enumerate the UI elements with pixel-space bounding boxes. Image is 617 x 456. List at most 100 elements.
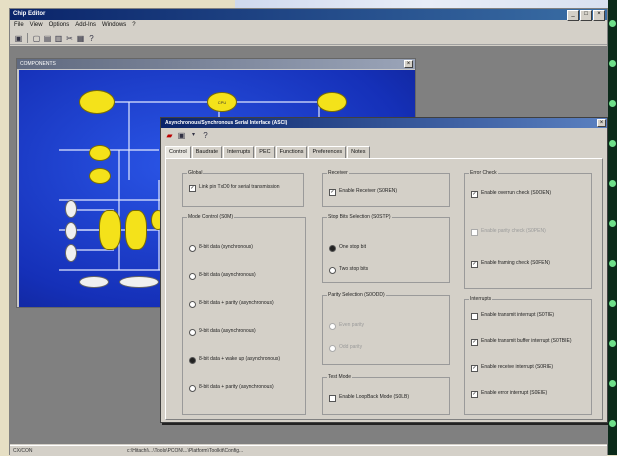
transmit-buffer-interrupt-checkbox[interactable]: ✓ Enable transmit buffer interrupt (S0TBI… (471, 338, 587, 346)
status-light-icon (609, 20, 616, 27)
diagram-title: COMPONENTS (20, 61, 56, 67)
parity-group-label: Parity Selection (S0ODD) (327, 292, 386, 299)
menu-bar: File View Options Add-Ins Windows ? (10, 20, 607, 31)
tab-functions[interactable]: Functions (275, 146, 308, 158)
receive-interrupt-checkbox[interactable]: ✓ Enable receive interrupt (S0RIE) (471, 364, 587, 372)
flag-icon[interactable]: ▰ (165, 131, 174, 140)
checkbox-mark (471, 229, 478, 236)
cut-icon[interactable]: ✂ (65, 34, 74, 43)
checkbox-mark: ✓ (471, 339, 478, 346)
pin-node-3[interactable] (65, 244, 77, 262)
timer-node[interactable] (89, 168, 111, 184)
tab-control[interactable]: Control (165, 146, 191, 158)
menu-windows[interactable]: Windows (102, 20, 126, 31)
port-node-a[interactable] (99, 210, 121, 250)
bus-node-1[interactable] (79, 276, 109, 288)
checkbox-mark: ✓ (471, 261, 478, 268)
mode-radio-6[interactable]: 8-bit data + parity (asynchronous) (189, 384, 301, 392)
status-light-icon (609, 180, 616, 187)
tab-baudrate[interactable]: Baudrate (191, 146, 223, 158)
port-node-b[interactable] (125, 210, 147, 250)
radio-mark (189, 385, 196, 392)
enable-receiver-checkbox[interactable]: ✓ Enable Receiver (S0REN) (329, 188, 445, 196)
mode-radio-2[interactable]: 8-bit data (asynchronous) (189, 272, 301, 280)
mode-radio-3[interactable]: 8-bit data + parity (asynchronous) (189, 300, 301, 308)
even-parity-radio[interactable]: Even parity (329, 322, 445, 330)
chevron-down-icon[interactable]: ▾ (189, 131, 198, 140)
menu-file[interactable]: File (14, 20, 24, 31)
mode-radio-4[interactable]: 9-bit data (asynchronous) (189, 328, 301, 336)
app-title: Chip Editor (13, 11, 46, 17)
status-light-icon (609, 420, 616, 427)
bus-node-2[interactable] (119, 276, 159, 288)
error-check-group-label: Error Check (469, 170, 498, 177)
error-check-group: Error Check ✓ Enable overrun check (S0OEN… (464, 170, 592, 289)
status-light-icon (609, 100, 616, 107)
tab-interrupts[interactable]: Interrupts (223, 146, 255, 158)
status-light-icon (609, 60, 616, 67)
checkbox-mark (471, 313, 478, 320)
new-icon[interactable]: ▢ (32, 34, 41, 43)
menu-options[interactable]: Options (49, 20, 70, 31)
tab-notes[interactable]: Notes (347, 146, 370, 158)
app-window: Chip Editor _ □ × File View Options Add-… (9, 8, 608, 456)
transmit-interrupt-checkbox[interactable]: Enable transmit interrupt (S0TIE) (471, 312, 587, 320)
radio-mark (189, 273, 196, 280)
window-controls: _ □ × (567, 10, 605, 21)
toolbar-separator (27, 33, 28, 43)
interrupts-group-label: Interrupts (469, 296, 493, 303)
radio-mark (189, 301, 196, 308)
error-interrupt-checkbox[interactable]: ✓ Enable error interrupt (S0EIE) (471, 390, 587, 398)
status-bar: CX/CON c:\Hitachi\...\Tools\PCON\...\Pla… (10, 445, 607, 456)
eeprom-node[interactable] (79, 90, 115, 114)
checkbox-mark: ✓ (471, 391, 478, 398)
receiver-group-label: Receiver (327, 170, 349, 177)
link-txd0-checkbox[interactable]: ✓ Link pin TxD0 for serial transmission (189, 184, 299, 192)
chip-icon[interactable]: ▣ (177, 131, 186, 140)
asci-dialog: Asynchronous/Synchronous Serial Interfac… (160, 117, 608, 423)
pin-node-2[interactable] (65, 222, 77, 240)
help-icon[interactable]: ? (201, 131, 210, 140)
radio-mark (329, 267, 336, 274)
parity-check-checkbox[interactable]: Enable parity check (S0PEN) (471, 228, 587, 236)
dialog-close-button[interactable]: × (597, 119, 606, 127)
save-icon[interactable]: ▤ (43, 34, 52, 43)
checkbox-mark: ✓ (471, 191, 478, 198)
one-stop-bit-radio[interactable]: One stop bit (329, 244, 445, 252)
background-window-edge (235, 0, 617, 8)
overrun-check-checkbox[interactable]: ✓ Enable overrun check (S0OEN) (471, 190, 587, 198)
menu-add-ins[interactable]: Add-Ins (75, 20, 96, 31)
radio-mark (189, 329, 196, 336)
two-stop-bits-radio[interactable]: Two stop bits (329, 266, 445, 274)
odd-parity-radio[interactable]: Odd parity (329, 344, 445, 352)
status-light-icon (609, 140, 616, 147)
checkbox-mark: ✓ (329, 189, 336, 196)
open-icon[interactable]: ▣ (14, 34, 23, 43)
radio-mark (189, 245, 196, 252)
print-icon[interactable]: ▥ (54, 34, 63, 43)
help-icon[interactable]: ? (87, 34, 96, 43)
cpu-node[interactable]: CPU (207, 92, 237, 112)
mode-radio-1[interactable]: 8-bit data (synchronous) (189, 244, 301, 252)
status-light-icon (609, 260, 616, 267)
diagram-close-button[interactable]: × (404, 60, 413, 68)
menu-help[interactable]: ? (132, 20, 135, 31)
tab-preferences[interactable]: Preferences (308, 146, 347, 158)
framing-check-checkbox[interactable]: ✓ Enable framing check (S0FEN) (471, 260, 587, 268)
pin-node-1[interactable] (65, 200, 77, 218)
menu-view[interactable]: View (30, 20, 43, 31)
sci-node[interactable] (89, 145, 111, 161)
mode-radio-5[interactable]: 8-bit data + wake up (asynchronous) (189, 356, 301, 364)
loopback-checkbox[interactable]: Enable LoopBack Mode (S0LB) (329, 394, 445, 402)
dialog-title-bar: Asynchronous/Synchronous Serial Interfac… (161, 118, 607, 128)
dialog-title: Asynchronous/Synchronous Serial Interfac… (165, 120, 288, 126)
diagram-title-bar: COMPONENTS (17, 59, 415, 69)
toolbar: ▣ ▢ ▤ ▥ ✂ ▦ ? (10, 32, 607, 45)
checkbox-mark: ✓ (471, 365, 478, 372)
dialog-tabs: Control Baudrate Interrupts PEC Function… (165, 146, 371, 158)
mode-control-group-label: Mode Control (S0M) (187, 214, 235, 221)
global-group: Global ✓ Link pin TxD0 for serial transm… (182, 170, 304, 207)
rom-node[interactable] (317, 92, 347, 112)
copy-icon[interactable]: ▦ (76, 34, 85, 43)
tab-pec[interactable]: PEC (255, 146, 275, 158)
